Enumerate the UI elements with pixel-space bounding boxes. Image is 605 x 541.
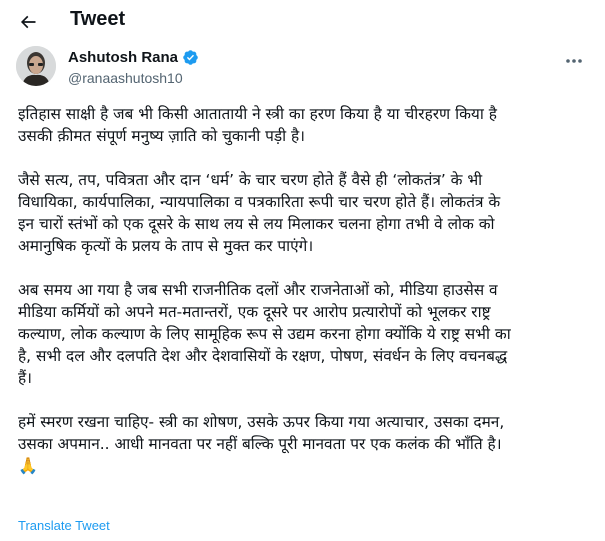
arrow-left-icon [20, 15, 36, 29]
tweet-paragraph: जैसे सत्य, तप, पवित्रता और दान ‘धर्म’ के… [18, 171, 501, 255]
translate-tweet-link[interactable]: Translate Tweet [18, 518, 110, 533]
tweet-paragraph: इतिहास साक्षी है जब भी किसी आतातायी ने स… [18, 105, 497, 145]
more-options-button[interactable] [563, 54, 585, 68]
author-name-row: Ashutosh Rana [68, 49, 199, 66]
author-name[interactable]: Ashutosh Rana [68, 49, 178, 66]
tweet-author: Ashutosh Rana @ranaashutosh10 [16, 46, 591, 96]
avatar[interactable] [16, 46, 56, 86]
verified-badge-icon [183, 50, 198, 65]
page-title: Tweet [70, 8, 126, 30]
folded-hands-emoji: 🙏 [18, 456, 38, 475]
back-button[interactable] [16, 10, 40, 34]
tweet-header: Tweet [0, 0, 605, 44]
tweet-paragraph: अब समय आ गया है जब सभी राजनीतिक दलों और … [18, 281, 511, 387]
more-horizontal-icon [566, 59, 582, 63]
tweet-paragraph: हमें स्मरण रखना चाहिए- स्त्री का शोषण, उ… [18, 413, 505, 453]
tweet-text: इतिहास साक्षी है जब भी किसी आतातायी ने स… [18, 103, 590, 477]
author-handle[interactable]: @ranaashutosh10 [68, 70, 183, 86]
